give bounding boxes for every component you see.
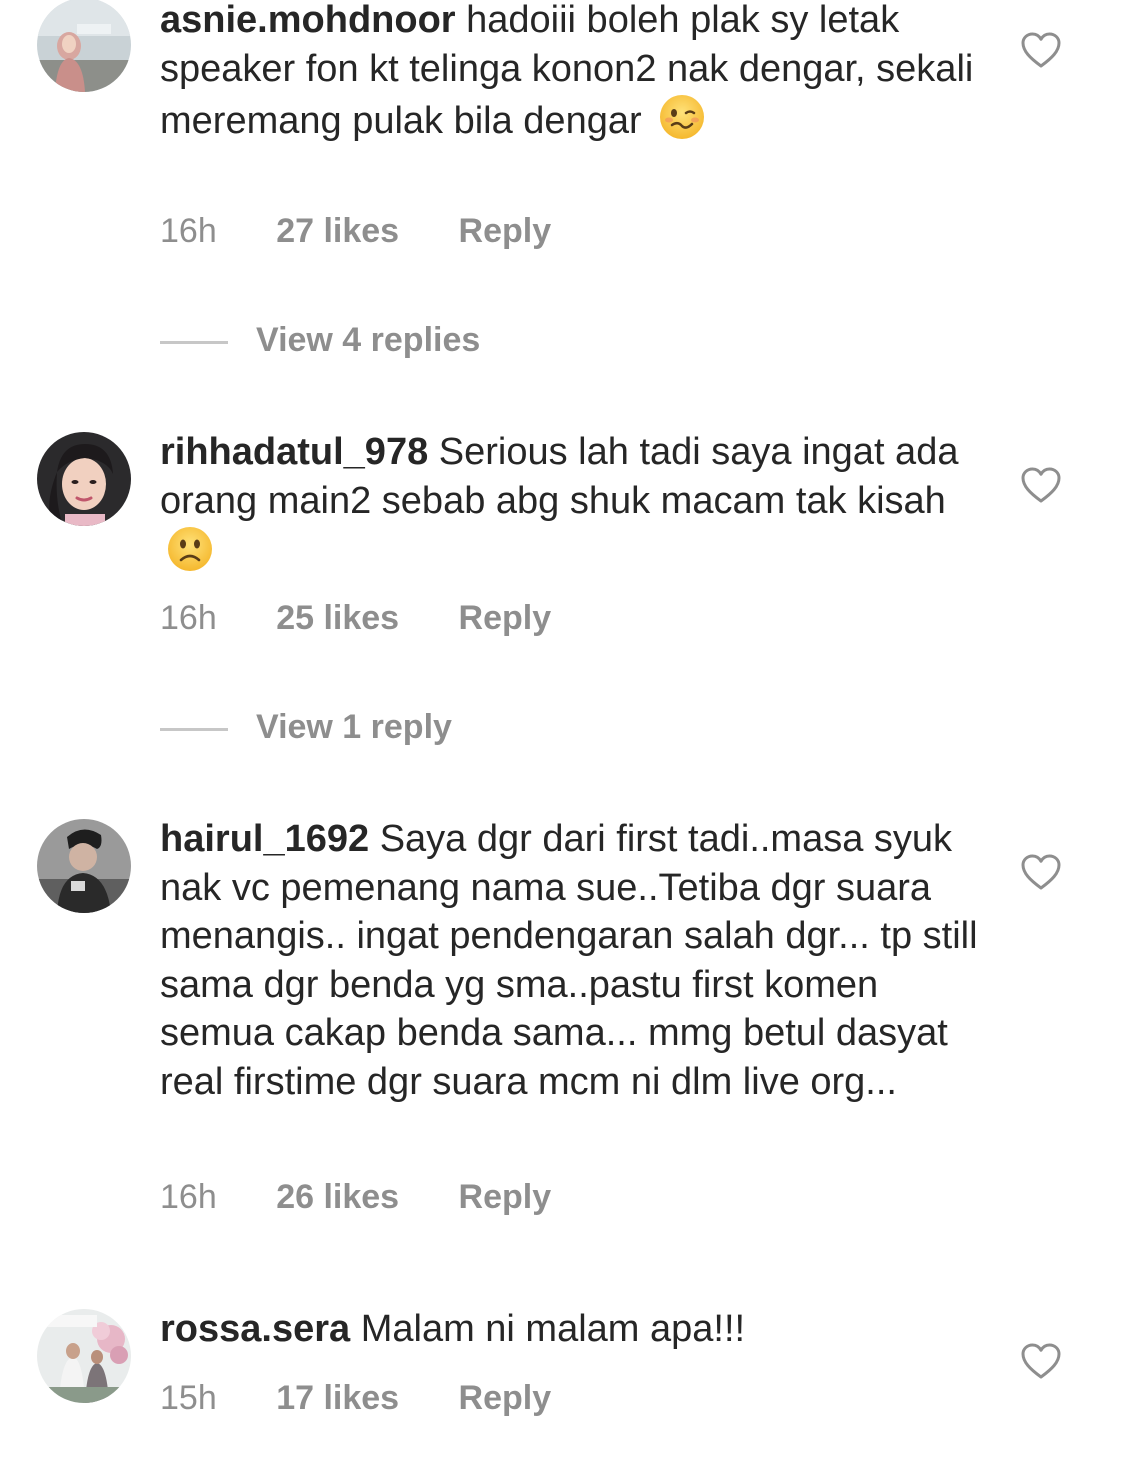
- avatar[interactable]: [37, 819, 131, 913]
- like-button[interactable]: [1020, 853, 1062, 891]
- like-button[interactable]: [1020, 1342, 1062, 1380]
- avatar[interactable]: [37, 1309, 131, 1403]
- comment-likes[interactable]: 27 likes: [276, 209, 399, 253]
- heart-outline-icon: [1021, 467, 1061, 503]
- avatar-image: [37, 819, 131, 913]
- avatar[interactable]: [37, 432, 131, 526]
- comment-username[interactable]: rihhadatul_978: [160, 431, 428, 473]
- avatar-image: [37, 432, 131, 526]
- replies-divider-line: [160, 340, 228, 344]
- comment-username[interactable]: asnie.mohdnoor: [160, 0, 456, 41]
- comment-text: rihhadatul_978 Serious lah tadi saya ing…: [160, 428, 980, 578]
- like-button[interactable]: [1020, 466, 1062, 504]
- comment-text: hairul_1692 Saya dgr dari first tadi..ma…: [160, 815, 980, 1106]
- replies-divider-line: [160, 727, 228, 731]
- view-replies-label: View 4 replies: [256, 321, 481, 359]
- reply-button[interactable]: Reply: [459, 1376, 552, 1420]
- comment-likes[interactable]: 25 likes: [276, 596, 399, 640]
- avatar-image: [37, 1309, 131, 1403]
- comment-likes[interactable]: 17 likes: [276, 1376, 399, 1420]
- like-button[interactable]: [1020, 31, 1062, 69]
- comment-time: 16h: [160, 212, 217, 250]
- comment-likes[interactable]: 26 likes: [276, 1175, 399, 1219]
- heart-outline-icon: [1021, 32, 1061, 68]
- comment-body: Malam ni malam apa!!!: [360, 1308, 746, 1350]
- reply-button[interactable]: Reply: [459, 1175, 552, 1219]
- slightly-frowning-face-emoji-icon: [168, 527, 212, 571]
- view-replies-label: View 1 reply: [256, 708, 452, 746]
- view-replies-button[interactable]: View 4 replies: [160, 318, 480, 362]
- comment-meta: 16h 26 likes Reply: [160, 1175, 551, 1219]
- heart-outline-icon: [1021, 854, 1061, 890]
- view-replies-button[interactable]: View 1 reply: [160, 705, 452, 749]
- avatar-image: [37, 0, 131, 92]
- comment-username[interactable]: rossa.sera: [160, 1308, 350, 1350]
- comment-body: Saya dgr dari first tadi..masa syuk nak …: [160, 818, 978, 1103]
- comment-username[interactable]: hairul_1692: [160, 818, 369, 860]
- comment-meta: 16h 27 likes Reply: [160, 209, 551, 253]
- comment-time: 15h: [160, 1379, 217, 1417]
- woozy-face-emoji-icon: [660, 95, 705, 139]
- heart-outline-icon: [1021, 1343, 1061, 1379]
- comment-meta: 15h 17 likes Reply: [160, 1376, 551, 1420]
- comment-meta: 16h 25 likes Reply: [160, 596, 551, 640]
- comment-text: asnie.mohdnoor hadoiii boleh plak sy let…: [160, 0, 980, 146]
- avatar[interactable]: [37, 0, 131, 92]
- comment-text: rossa.sera Malam ni malam apa!!!: [160, 1305, 980, 1354]
- comment-time: 16h: [160, 599, 217, 637]
- reply-button[interactable]: Reply: [459, 596, 552, 640]
- comment-time: 16h: [160, 1178, 217, 1216]
- reply-button[interactable]: Reply: [459, 209, 552, 253]
